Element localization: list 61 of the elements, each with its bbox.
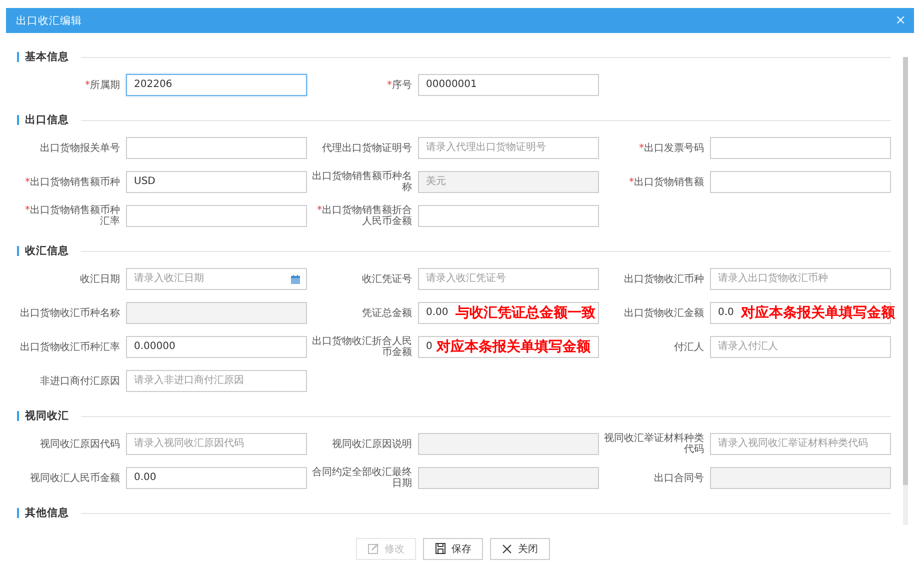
field-label: 出口货物收汇币种汇率 [19, 342, 120, 352]
section-title: 基本信息 [25, 50, 69, 64]
input-field[interactable] [710, 137, 891, 159]
close-button[interactable]: 关闭 [490, 538, 550, 560]
field-label: *出口发票号码 [638, 142, 704, 154]
field-label: 非进口商付汇原因 [39, 376, 120, 386]
date-field[interactable]: 请录入收汇日期 [126, 268, 307, 290]
save-icon [434, 543, 446, 554]
annotation-text: 对应本条报关单填写金额 [436, 338, 590, 356]
section-title: 出口信息 [25, 113, 69, 127]
field-label: *出口货物销售额币种 [24, 176, 120, 188]
section-title: 其他信息 [25, 506, 69, 520]
input-field[interactable]: 0.00000 [126, 336, 307, 358]
field-label: 付汇人 [673, 342, 704, 352]
input-field[interactable]: 202206 [126, 74, 307, 96]
field-label: *出口货物销售额币种汇率 [24, 205, 120, 227]
field-label: 出口合同号 [653, 472, 704, 484]
close-button[interactable]: × [895, 14, 906, 27]
close-icon [502, 544, 512, 554]
input-field[interactable]: 请录入收汇凭证号 [418, 268, 599, 290]
input-field[interactable]: 请录入付汇人 [710, 336, 891, 358]
input-field[interactable]: 请录入出口货物收汇币种 [710, 268, 891, 290]
field-label: *序号 [386, 80, 412, 90]
input-field[interactable]: 请录入非进口商付汇原因 [126, 370, 307, 392]
field-label: 视同收汇举证材料种类代码 [603, 433, 704, 455]
calendar-icon[interactable] [291, 274, 300, 284]
field-label: 出口货物收汇折合人民币金额 [311, 336, 412, 358]
edit-icon [368, 543, 378, 554]
field-label: 代理出口货物证明号 [321, 142, 412, 154]
field-label: 出口货物报关单号 [39, 142, 120, 154]
field-label: 视同收汇人民币金额 [29, 472, 120, 484]
input-field[interactable]: 0.00 [126, 467, 307, 489]
save-button[interactable]: 保存 [423, 538, 483, 560]
field-label: 出口货物收汇金额 [623, 308, 704, 318]
field-label: 收汇凭证号 [361, 274, 412, 284]
field-label: *所属期 [84, 80, 120, 90]
input-field[interactable]: 00000001 [418, 74, 599, 96]
field-label: 凭证总金额 [361, 308, 412, 318]
input-field[interactable]: 请录入视同收汇举证材料种类代码 [710, 433, 891, 455]
input-field[interactable]: 0 对应本条报关单填写金额 [418, 336, 599, 358]
field-label: 视同收汇原因说明 [331, 438, 412, 450]
section-title: 收汇信息 [25, 244, 69, 258]
input-field[interactable] [126, 137, 307, 159]
field-label: 视同收汇原因代码 [39, 438, 120, 450]
field-label: 收汇日期 [79, 274, 120, 284]
annotation-text: 与收汇凭证总金额一致 [456, 304, 596, 322]
field-label: 出口货物收汇币种 [623, 274, 704, 284]
field-label: *出口货物销售额折合人民币金额 [316, 205, 412, 227]
field-label: 出口货物销售额币种名称 [311, 171, 412, 193]
input-field[interactable]: 请录入视同收汇原因代码 [126, 433, 307, 455]
field-label: 出口货物收汇币种名称 [19, 308, 120, 318]
input-field[interactable]: 0.00 与收汇凭证总金额一致 [418, 302, 599, 324]
input-field[interactable] [126, 205, 307, 227]
input-field[interactable] [710, 171, 891, 193]
section-title: 视同收汇 [25, 409, 69, 423]
input-field[interactable] [418, 205, 599, 227]
input-field[interactable]: USD [126, 171, 307, 193]
field-label: 合同约定全部收汇最终日期 [311, 467, 412, 489]
input-field[interactable]: 请录入代理出口货物证明号 [418, 137, 599, 159]
field-label: *出口货物销售额 [628, 176, 704, 188]
window-title: 出口收汇编辑 [16, 14, 82, 28]
